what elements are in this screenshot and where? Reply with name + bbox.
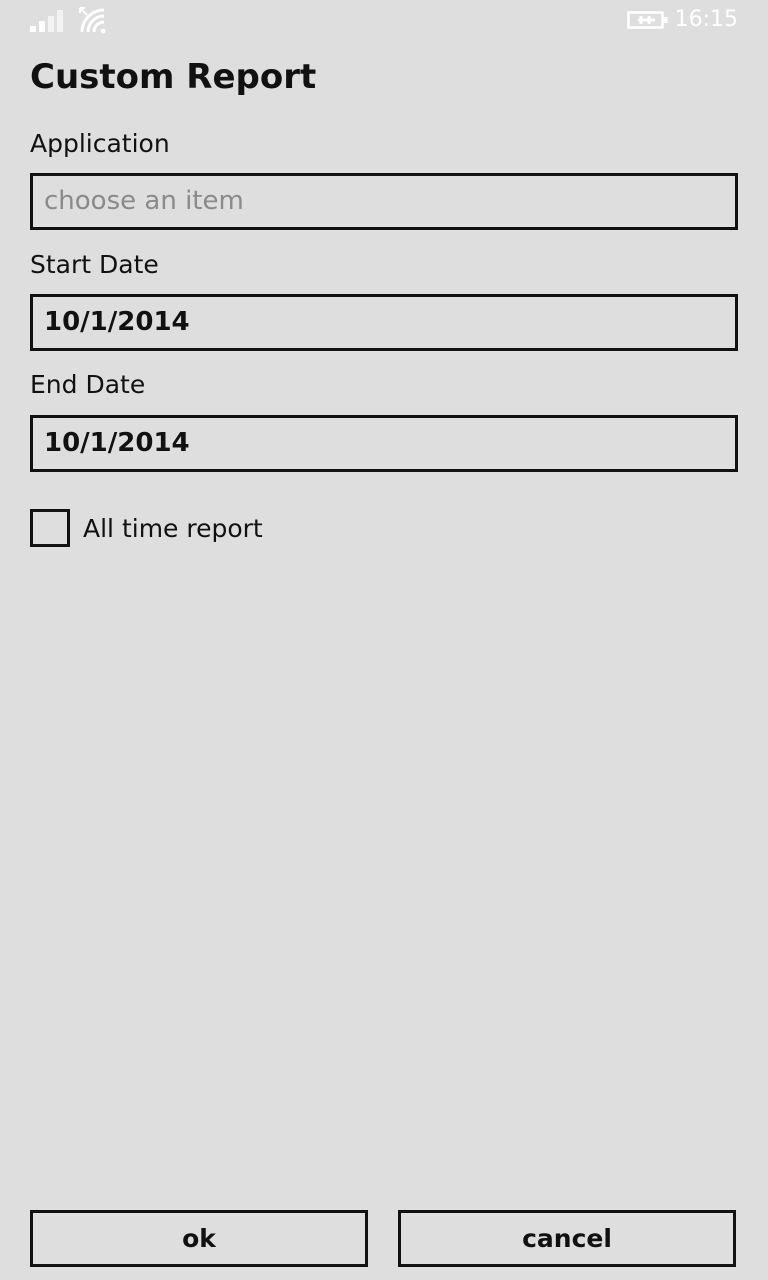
application-label: Application (30, 129, 170, 158)
end-date-label: End Date (30, 370, 146, 399)
start-date-picker[interactable]: 10/1/2014 (30, 294, 738, 351)
cancel-button[interactable]: cancel (398, 1210, 736, 1267)
all-time-report-checkbox[interactable] (30, 509, 70, 547)
ok-button[interactable]: ok (30, 1210, 368, 1267)
wifi-icon (79, 7, 106, 34)
application-picker[interactable]: choose an item (30, 173, 738, 230)
status-time: 16:15 (674, 7, 738, 32)
battery-charging-icon (627, 11, 668, 29)
start-date-label: Start Date (30, 250, 159, 279)
status-bar: 16:15 (0, 0, 768, 40)
all-time-report-label[interactable]: All time report (83, 512, 263, 546)
page-title: Custom Report (30, 57, 317, 97)
signal-icon (30, 10, 63, 32)
end-date-picker[interactable]: 10/1/2014 (30, 415, 738, 472)
